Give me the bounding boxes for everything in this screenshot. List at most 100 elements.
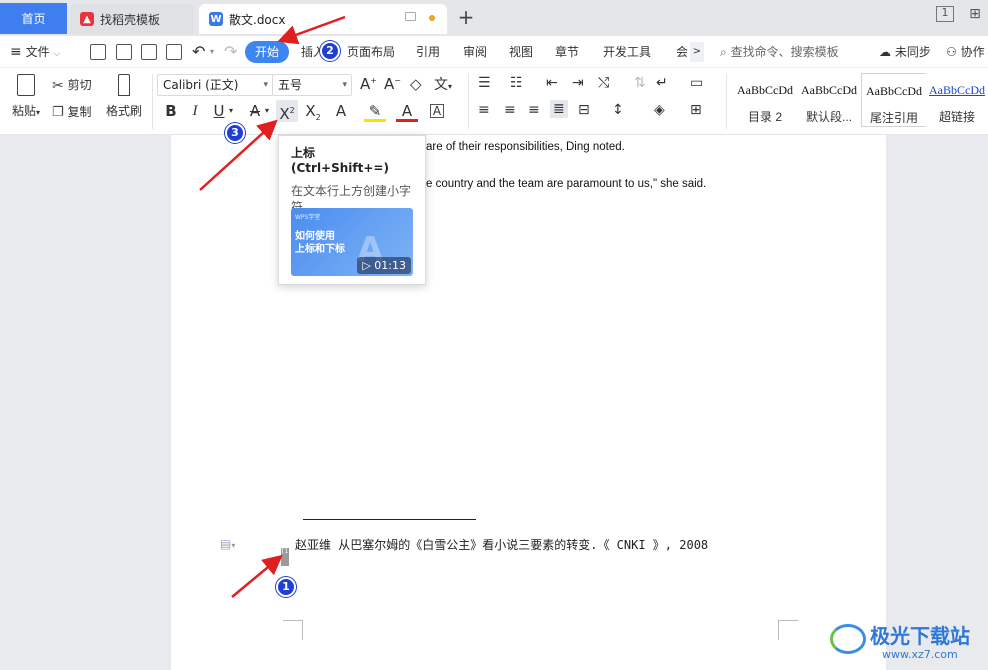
tab-view[interactable]: 视图 (509, 36, 533, 68)
footnote-reference-mark[interactable]: [1] (281, 548, 292, 566)
footnote: [1] 赵亚维 从巴塞尔姆的《白雪公主》看小说三要素的转变.《 CNKI 》, 2… (281, 536, 708, 566)
unsaved-dot-icon (429, 15, 435, 21)
justify-button[interactable]: ≣ (550, 100, 568, 118)
cloud-icon: ☁ (879, 45, 891, 59)
window-count-icon[interactable]: 1 (936, 6, 954, 22)
clipboard-icon (17, 74, 35, 96)
save-icon[interactable] (90, 44, 106, 60)
sort-button[interactable]: ⇅ (634, 75, 646, 91)
line-spacing-button[interactable]: ↕ (612, 102, 624, 118)
file-menu-label: 文件 (25, 45, 50, 59)
watermark-url: www.xz7.com (882, 648, 958, 661)
font-size-select[interactable]: 五号 ▾ (272, 74, 352, 96)
strikethrough-dropdown-icon[interactable]: ▾ (262, 100, 272, 122)
format-painter-button[interactable]: 格式刷 (104, 74, 144, 119)
decrease-indent-button[interactable]: ⇤ (546, 75, 558, 91)
tab-home-label: 首页 (21, 12, 46, 26)
paste-label: 粘贴 (11, 104, 36, 118)
copy-button[interactable]: ❐ 复制 (52, 103, 92, 120)
print-preview-icon[interactable] (166, 44, 182, 60)
align-right-button[interactable]: ≡ (528, 102, 540, 118)
collaborate-label: 协作 (960, 45, 985, 59)
shrink-font-button[interactable]: A− (384, 75, 401, 93)
phonetic-guide-icon[interactable]: 文▾ (434, 74, 452, 94)
style-toc2[interactable]: AaBbCcDd 目录 2 (732, 73, 798, 127)
bullet-list-button[interactable]: ☰ (478, 75, 491, 91)
monitor-icon[interactable] (405, 12, 416, 21)
tab-page-layout[interactable]: 页面布局 (347, 36, 395, 68)
font-size-value: 五号 (278, 78, 303, 92)
tab-member[interactable]: 会 (676, 36, 688, 68)
subscript-button[interactable]: X2 (302, 100, 324, 122)
char-border-button[interactable]: A (430, 104, 444, 118)
align-center-button[interactable]: ≡ (504, 102, 516, 118)
hamburger-icon: ≡ (10, 44, 22, 60)
increase-indent-button[interactable]: ⇥ (572, 75, 584, 91)
command-search-placeholder: 查找命令、搜索模板 (730, 45, 839, 59)
undo-dropdown-icon[interactable]: ▾ (210, 36, 214, 68)
tab-start[interactable]: 开始 (245, 41, 290, 63)
style-name: 默认段... (805, 110, 852, 124)
tab-view-label: 视图 (509, 45, 534, 59)
chevron-down-icon: ▾ (342, 80, 347, 90)
more-tabs-button[interactable]: > (690, 42, 704, 62)
clear-format-icon[interactable]: ◇ (410, 75, 422, 93)
underline-dropdown-icon[interactable]: ▾ (226, 100, 236, 122)
numbered-list-button[interactable]: ☷ (510, 75, 523, 91)
tab-section[interactable]: 章节 (555, 36, 579, 68)
new-tab-button[interactable]: + (455, 6, 477, 28)
collaborate-button[interactable]: ⚇ 协作 (946, 36, 985, 68)
paste-options-icon[interactable]: ▤▾ (220, 537, 235, 551)
export-pdf-icon[interactable] (116, 44, 132, 60)
ruler-icon[interactable]: ▭ (690, 75, 703, 91)
tab-review[interactable]: 审阅 (463, 36, 487, 68)
divider (468, 74, 469, 129)
superscript-tooltip: 上标 (Ctrl+Shift+=) 在文本行上方创建小字符。 WPS学堂 如何使… (278, 135, 426, 285)
text-effect-button[interactable]: A (330, 100, 352, 122)
command-search[interactable]: ⌕ 查找命令、搜索模板 (720, 36, 839, 68)
site-watermark: 极光下载站 www.xz7.com (830, 620, 988, 666)
align-left-button[interactable]: ≡ (478, 102, 490, 118)
borders-button[interactable]: ⊞ (690, 102, 702, 118)
style-default-paragraph[interactable]: AaBbCcDd 默认段... (796, 73, 862, 127)
redo-icon[interactable]: ↷ (224, 36, 237, 68)
style-sample: AaBbCcDd (866, 84, 922, 98)
superscript-button[interactable]: X2 (276, 100, 298, 123)
paste-button[interactable]: 粘贴▾ (8, 74, 44, 119)
italic-button[interactable]: I (184, 100, 206, 122)
distribute-button[interactable]: ⊟ (578, 102, 590, 118)
tab-template[interactable]: ▲ 找稻壳模板 (70, 4, 194, 34)
user-add-icon: ⚇ (946, 45, 957, 59)
footnote-separator (303, 519, 476, 520)
ribbon: 粘贴▾ ✂ 剪切 ❐ 复制 格式刷 Calibri (正文) ▾ 五号 ▾ A+ A… (0, 68, 988, 135)
file-menu[interactable]: ≡ 文件 ⌵ (10, 36, 60, 68)
style-endnote-reference[interactable]: AaBbCcDd 尾注引用 (861, 73, 927, 127)
font-name-value: Calibri (正文) (163, 78, 239, 92)
bold-button[interactable]: B (160, 100, 182, 122)
play-icon: ▷ (362, 259, 371, 272)
grow-font-button[interactable]: A+ (360, 75, 377, 93)
tab-references[interactable]: 引用 (416, 36, 440, 68)
show-marks-button[interactable]: ↵ (656, 75, 668, 91)
footnote-text: 赵亚维 从巴塞尔姆的《白雪公主》看小说三要素的转变.《 CNKI 》, 2008 (295, 538, 709, 552)
print-icon[interactable] (141, 44, 157, 60)
divider (152, 74, 153, 129)
format-painter-label: 格式刷 (105, 104, 142, 118)
font-name-select[interactable]: Calibri (正文) ▾ (157, 74, 273, 96)
video-brand: WPS学堂 (295, 214, 321, 221)
text-direction-button[interactable]: ⤭ (598, 75, 609, 91)
undo-icon[interactable]: ↶ (192, 36, 205, 68)
video-duration-badge: ▷ 01:13 (357, 257, 411, 274)
font-color-button[interactable]: A (396, 100, 418, 122)
grid-icon[interactable]: ⊞ (966, 6, 984, 22)
cut-button[interactable]: ✂ 剪切 (52, 76, 92, 94)
tab-document[interactable]: W 散文.docx (199, 4, 447, 34)
tab-home[interactable]: 首页 (0, 3, 67, 34)
shading-button[interactable]: ◈ (654, 102, 665, 118)
highlight-button[interactable]: ✎ (364, 100, 386, 122)
tab-developer[interactable]: 开发工具 (603, 36, 651, 68)
tutorial-video-thumbnail[interactable]: WPS学堂 如何使用 上标和下标 A ▷ 01:13 (291, 208, 413, 276)
style-hyperlink[interactable]: AaBbCcDd 超链接 (926, 73, 988, 127)
sync-status-button[interactable]: ☁ 未同步 (879, 36, 931, 68)
watermark-title: 极光下载站 (870, 624, 970, 648)
